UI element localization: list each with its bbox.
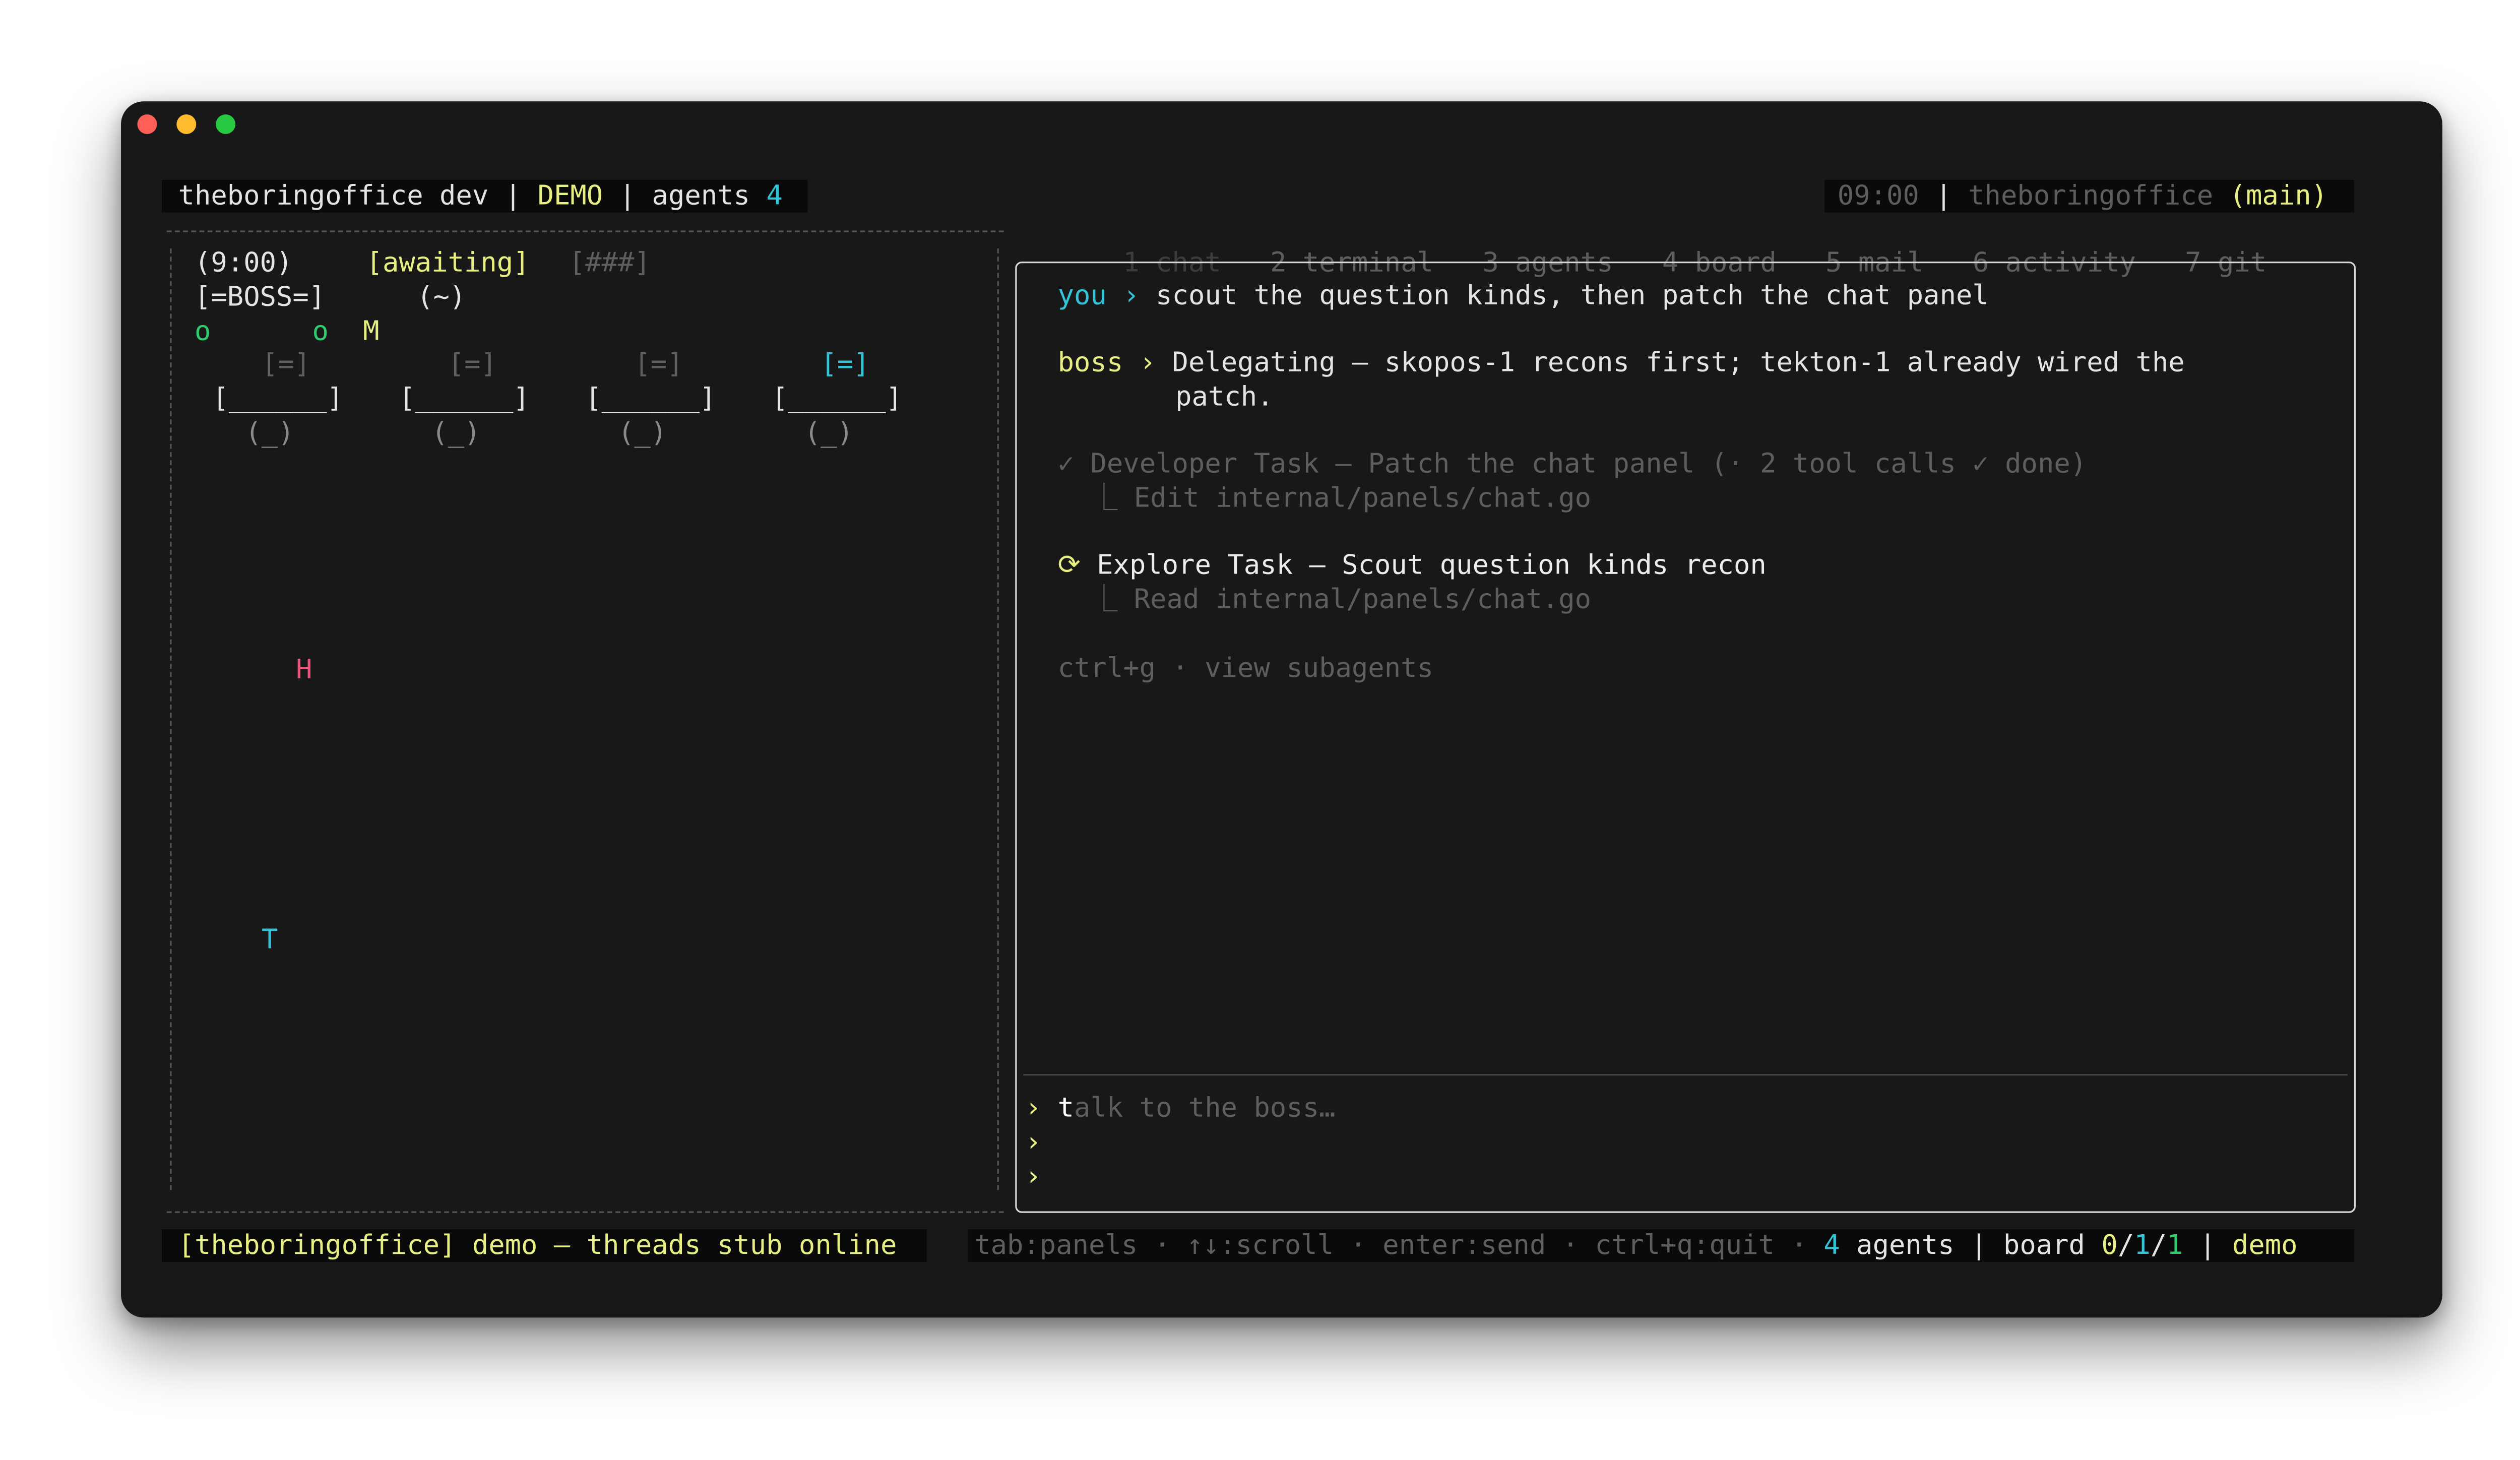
desk: [______] bbox=[771, 383, 903, 414]
prompt-chevron-icon: › bbox=[1025, 1126, 1042, 1158]
task-explore[interactable]: ⟳ Explore Task — Scout question kinds re… bbox=[1058, 549, 1767, 582]
agent-sprite: M bbox=[363, 315, 380, 347]
header-separator: | bbox=[619, 179, 636, 211]
tree-branch-icon: ⎿ bbox=[1090, 583, 1118, 615]
repo-name: theboringoffice bbox=[1968, 179, 2214, 211]
chat-input[interactable]: › talk to the boss… bbox=[1025, 1092, 1336, 1125]
prompt-chevron-icon: › bbox=[1025, 1092, 1042, 1123]
message-text: Delegating — skopos-1 recons first; tekt… bbox=[1172, 346, 2185, 378]
board-count-doing: 1 bbox=[2134, 1229, 2151, 1260]
footer-separator: | bbox=[1971, 1229, 1987, 1260]
check-icon: ✓ bbox=[1057, 448, 1075, 479]
input-placeholder: alk to the boss… bbox=[1074, 1092, 1336, 1123]
office-frame-right bbox=[997, 248, 999, 1190]
clock: 09:00 bbox=[1837, 179, 1919, 211]
progress-indicator: [###] bbox=[569, 246, 651, 278]
header-right: 09:00 | theboringoffice (main) bbox=[1838, 180, 2327, 213]
speaker-you: you bbox=[1057, 279, 1107, 311]
walker-h: H bbox=[296, 654, 312, 685]
desk: [______] bbox=[212, 383, 343, 414]
spinner-icon: ⟳ bbox=[1057, 549, 1081, 581]
chevron-right-icon: › bbox=[1139, 346, 1156, 378]
desk: [______] bbox=[399, 383, 530, 414]
terminal-window: theboringoffice dev | DEMO | agents 4 09… bbox=[121, 101, 2442, 1318]
tree-branch-icon: ⎿ bbox=[1090, 482, 1118, 514]
footer-separator: | bbox=[2199, 1229, 2216, 1260]
chair: (_) bbox=[804, 417, 854, 448]
branch-name: (main) bbox=[2229, 179, 2328, 211]
task-subline: ⎿ Edit internal/panels/chat.go bbox=[1090, 482, 1591, 515]
status-awaiting: [awaiting] bbox=[366, 246, 530, 278]
monitor-icon: [=] bbox=[634, 348, 683, 379]
walker-t: T bbox=[261, 923, 278, 955]
subagents-hint[interactable]: ctrl+g · view subagents bbox=[1058, 652, 1433, 685]
user-message: you › scout the question kinds, then pat… bbox=[1058, 280, 1989, 312]
boss-message: boss › Delegating — skopos-1 recons firs… bbox=[1058, 347, 2185, 379]
monitor-icon: [=] bbox=[261, 348, 311, 379]
task-developer[interactable]: ✓ Developer Task — Patch the chat panel … bbox=[1058, 448, 2087, 481]
monitor-icon: [=] bbox=[448, 348, 497, 379]
close-window-button[interactable] bbox=[137, 114, 157, 134]
agents-label: agents bbox=[1856, 1229, 1955, 1260]
board-label: board bbox=[2003, 1229, 2085, 1260]
chair: (_) bbox=[245, 417, 294, 448]
desk: [______] bbox=[585, 383, 716, 414]
input-separator bbox=[1023, 1074, 2348, 1076]
agent-sprite: o bbox=[312, 315, 329, 347]
zoom-window-button[interactable] bbox=[216, 114, 236, 134]
monitor-icon: [=] bbox=[821, 348, 870, 379]
chat-panel: you › scout the question kinds, then pat… bbox=[1015, 261, 2356, 1213]
boss-face: (~) bbox=[417, 281, 466, 312]
board-slash: / bbox=[2150, 1229, 2167, 1260]
app-title: theboringoffice dev bbox=[178, 179, 489, 211]
task-subline-text: Read internal/panels/chat.go bbox=[1133, 583, 1592, 615]
message-text-continued: patch. bbox=[1175, 380, 1274, 412]
agents-count: 4 bbox=[1823, 1229, 1840, 1260]
board-count-done: 1 bbox=[2167, 1229, 2183, 1260]
keybind-hints: tab:panels · ↑↓:scroll · enter:send · ct… bbox=[974, 1229, 1807, 1260]
minimize-window-button[interactable] bbox=[176, 114, 197, 134]
header-left: theboringoffice dev | DEMO | agents 4 bbox=[178, 180, 783, 213]
speaker-boss: boss bbox=[1057, 346, 1123, 378]
task-title: Developer Task — Patch the chat panel (·… bbox=[1090, 448, 2087, 479]
header-separator: | bbox=[1935, 179, 1952, 211]
agents-count: 4 bbox=[766, 179, 783, 211]
office-frame-left bbox=[170, 248, 172, 1190]
office-frame-bottom bbox=[166, 1211, 1004, 1213]
status-message: [theboringoffice] demo — threads stub on… bbox=[178, 1229, 897, 1260]
chair: (_) bbox=[431, 417, 481, 448]
footer-right: tab:panels · ↑↓:scroll · enter:send · ct… bbox=[974, 1229, 2297, 1262]
mode-badge: DEMO bbox=[537, 179, 603, 211]
boss-desk: [=BOSS=] bbox=[194, 281, 326, 312]
agent-sprite: o bbox=[194, 315, 211, 347]
task-subline: ⎿ Read internal/panels/chat.go bbox=[1090, 584, 1591, 616]
task-subline-text: Edit internal/panels/chat.go bbox=[1133, 482, 1592, 514]
mode-badge: demo bbox=[2232, 1229, 2298, 1260]
agents-label: agents bbox=[652, 179, 750, 211]
board-slash: / bbox=[2117, 1229, 2134, 1260]
header-separator: | bbox=[505, 179, 522, 211]
chair: (_) bbox=[618, 417, 667, 448]
office-frame-top bbox=[166, 230, 1004, 232]
task-title: Explore Task — Scout question kinds reco… bbox=[1097, 549, 1767, 581]
board-count-todo: 0 bbox=[2101, 1229, 2118, 1260]
office-time: (9:00) bbox=[194, 246, 293, 278]
input-cursor: t bbox=[1057, 1092, 1075, 1123]
chevron-right-icon: › bbox=[1123, 279, 1140, 311]
message-text: scout the question kinds, then patch the… bbox=[1156, 279, 1989, 311]
prompt-chevron-icon: › bbox=[1025, 1160, 1042, 1192]
